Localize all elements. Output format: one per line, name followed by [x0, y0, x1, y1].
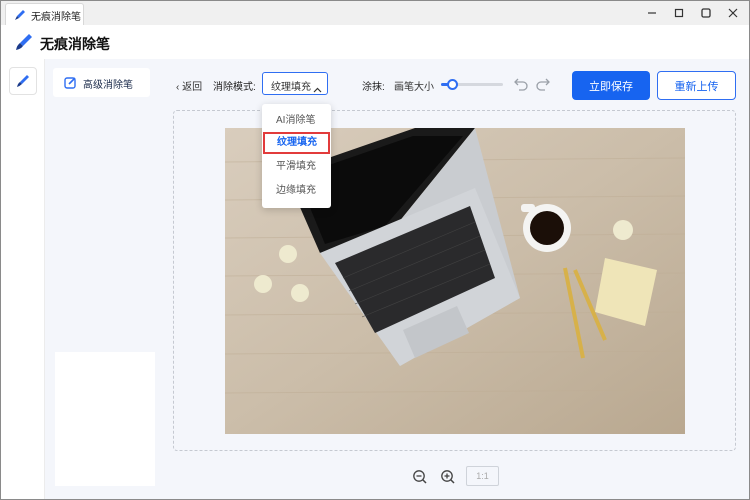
eraser-tool-button[interactable] — [9, 67, 37, 95]
maximize-icon — [701, 8, 711, 18]
app-title: 无痕消除笔 — [40, 36, 110, 52]
zoom-out-button[interactable] — [412, 469, 428, 490]
zoom-in-button[interactable] — [440, 469, 456, 490]
sidebar-blank-panel — [55, 352, 155, 486]
back-label: 返回 — [182, 82, 203, 93]
close-button[interactable] — [723, 3, 743, 23]
sidebar-item-label: 高级消除笔 — [83, 80, 133, 91]
title-bar: 无痕消除笔 — [1, 1, 749, 25]
chevron-up-icon — [313, 80, 322, 98]
window-tab[interactable]: 无痕消除笔 — [5, 3, 84, 25]
tool-rail — [1, 59, 45, 499]
pen-logo-icon — [14, 8, 26, 26]
mode-option-smooth-fill[interactable]: 平滑填充 — [262, 156, 331, 178]
pen-logo-icon — [15, 33, 33, 56]
mode-label: 消除模式: — [213, 82, 256, 93]
zoom-in-icon — [441, 470, 455, 484]
app-header: 无痕消除笔 — [1, 25, 749, 59]
mode-option-texture-fill[interactable]: 纹理填充 — [263, 132, 330, 154]
mode-dropdown: AI消除笔 纹理填充 平滑填充 边缘填充 — [262, 104, 331, 208]
brush-size-slider[interactable] — [441, 79, 503, 90]
reupload-button[interactable]: 重新上传 — [657, 71, 736, 100]
mode-option-edge-fill[interactable]: 边缘填充 — [262, 180, 331, 202]
undo-button[interactable] — [513, 76, 529, 97]
window-tab-title: 无痕消除笔 — [31, 12, 81, 23]
sidebar: 高级消除笔 — [45, 59, 158, 499]
close-icon — [728, 8, 738, 18]
actual-size-button[interactable]: 1:1 — [466, 466, 499, 486]
restore-icon — [674, 8, 684, 18]
redo-icon — [536, 78, 550, 91]
sidebar-item-advanced-eraser[interactable]: 高级消除笔 — [53, 68, 150, 97]
back-link[interactable]: ‹ 返回 — [176, 78, 202, 93]
mode-select[interactable]: 纹理填充 — [262, 72, 328, 95]
main-area: ‹ 返回 消除模式: 纹理填充 涂抹: 画笔大小 立即保存 重新上传 1:1 — [158, 59, 749, 499]
redo-button[interactable] — [535, 76, 551, 97]
brush-label: 涂抹: — [362, 82, 385, 93]
slider-knob[interactable] — [447, 79, 458, 90]
zoom-out-icon — [413, 470, 427, 484]
image-canvas[interactable] — [173, 110, 736, 451]
brush-size-label: 画笔大小 — [394, 82, 434, 93]
pen-tool-icon — [17, 75, 29, 87]
maximize-button[interactable] — [696, 3, 716, 23]
edit-square-icon — [64, 76, 77, 94]
restore-button[interactable] — [669, 3, 689, 23]
minimize-button[interactable] — [642, 3, 662, 23]
minimize-icon — [648, 12, 656, 14]
undo-icon — [514, 78, 528, 91]
save-button[interactable]: 立即保存 — [572, 71, 650, 100]
mode-select-value: 纹理填充 — [271, 82, 311, 93]
mode-option-ai-eraser[interactable]: AI消除笔 — [262, 110, 331, 132]
